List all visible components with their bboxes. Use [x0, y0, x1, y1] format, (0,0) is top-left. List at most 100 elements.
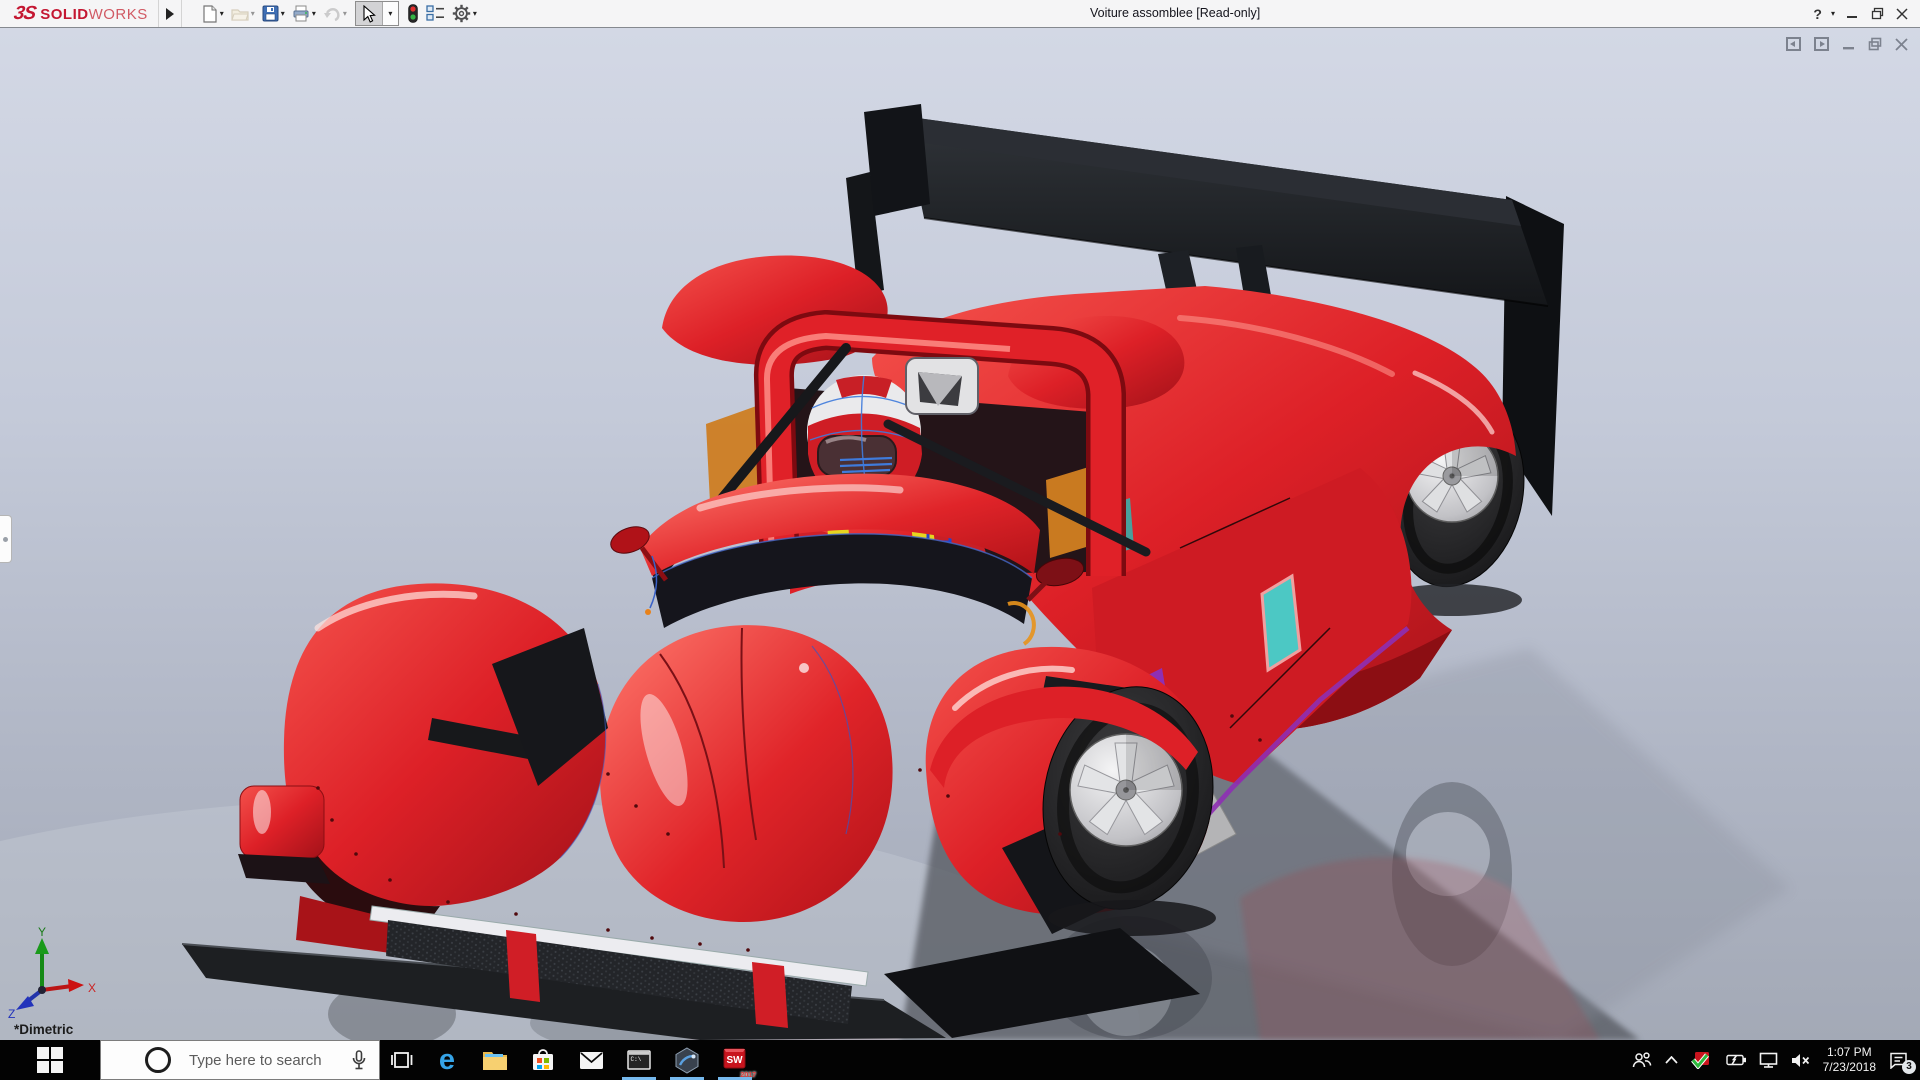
settings-button[interactable]: ▾	[449, 2, 480, 25]
sw-cube-label: SW	[726, 1055, 743, 1066]
store-icon	[531, 1048, 555, 1072]
pane-right-icon[interactable]	[1814, 37, 1829, 51]
mail-icon	[579, 1051, 604, 1070]
dropdown-caret-icon[interactable]: ▾	[343, 10, 347, 18]
dropdown-caret-icon[interactable]: ▾	[220, 10, 224, 18]
close-button[interactable]	[1894, 6, 1910, 22]
rearview-mirror	[906, 358, 978, 414]
taskbar-app-icons: e C:	[432, 1040, 750, 1080]
notification-badge: 3	[1902, 1060, 1916, 1074]
cowl-windscreen[interactable]	[640, 474, 1040, 628]
speaker-mute-icon	[1791, 1053, 1810, 1068]
cmd-label: C:\	[631, 1056, 642, 1063]
hood-nose[interactable]	[600, 625, 893, 922]
clock-time: 1:07 PM	[1823, 1045, 1876, 1060]
taskbar-icon-solidworks-2017[interactable]: SW 2017	[720, 1040, 750, 1080]
start-button[interactable]	[0, 1040, 100, 1080]
collapsed-panel-tab[interactable]	[0, 515, 12, 563]
taskbar-icon-store[interactable]	[528, 1040, 558, 1080]
document-title: Voiture assomblee [Read-only]	[1090, 6, 1260, 20]
select-tool-dropdown[interactable]: ▾	[383, 2, 398, 25]
sw-check-icon	[1691, 1051, 1711, 1069]
new-document-button[interactable]: ▾	[198, 3, 227, 25]
orientation-triad: Y X Z	[6, 926, 106, 1018]
help-dropdown-caret-icon[interactable]: ▾	[1831, 10, 1835, 18]
taskbar-icon-file-explorer[interactable]	[480, 1040, 510, 1080]
dropdown-caret-icon[interactable]: ▾	[281, 10, 285, 18]
battery-tray[interactable]	[1724, 1053, 1746, 1067]
select-tool-button[interactable]: ▾	[355, 1, 399, 26]
edge-icon: e	[439, 1046, 455, 1075]
restore-button[interactable]	[1869, 6, 1885, 22]
open-document-button[interactable]: ▾	[228, 4, 258, 24]
save-floppy-icon	[262, 5, 279, 22]
minimize-button[interactable]	[1844, 6, 1860, 22]
view-orientation-label: *Dimetric	[14, 1022, 73, 1037]
x-axis-label: X	[88, 981, 96, 995]
task-view-button[interactable]	[380, 1040, 424, 1080]
traffic-light-icon	[407, 4, 419, 23]
help-button[interactable]: ?	[1813, 6, 1822, 22]
options-list-button[interactable]	[423, 3, 448, 24]
document-window-controls	[1786, 37, 1908, 51]
action-center-button[interactable]: 3	[1889, 1052, 1908, 1069]
taskbar-icon-cad-viewer[interactable]	[672, 1040, 702, 1080]
dassault-3ds-logo-icon: 3S	[12, 3, 37, 25]
tray-overflow-button[interactable]	[1665, 1056, 1678, 1064]
task-view-icon	[391, 1051, 413, 1069]
z-axis-label: Z	[8, 1007, 15, 1018]
solidworks-monitor-tray[interactable]	[1691, 1051, 1711, 1069]
print-button[interactable]: ▾	[289, 3, 319, 24]
3d-model-scene[interactable]	[0, 28, 1920, 1040]
y-axis-label: Y	[38, 926, 46, 939]
taskbar-icon-mail[interactable]	[576, 1040, 606, 1080]
taskbar-clock[interactable]: 1:07 PM 7/23/2018	[1823, 1045, 1876, 1075]
pane-left-icon[interactable]	[1786, 37, 1801, 51]
save-button[interactable]: ▾	[259, 3, 288, 24]
clock-date: 7/23/2018	[1823, 1060, 1876, 1075]
command-prompt-icon: C:\	[627, 1050, 651, 1070]
people-icon	[1632, 1052, 1652, 1068]
cortana-icon[interactable]	[145, 1047, 171, 1073]
dropdown-caret-icon[interactable]: ▾	[312, 10, 316, 18]
solidworks-logo: 3S SOLID WORKS	[14, 3, 148, 25]
network-icon	[1759, 1052, 1778, 1068]
search-input[interactable]	[187, 1051, 341, 1070]
doc-close-icon[interactable]	[1895, 38, 1908, 51]
network-tray[interactable]	[1759, 1052, 1778, 1068]
solidworks-2017-icon: SW	[722, 1047, 748, 1073]
new-document-icon	[201, 5, 218, 23]
people-button[interactable]	[1632, 1052, 1652, 1068]
dropdown-caret-icon[interactable]: ▾	[251, 10, 255, 18]
logo-text-solid: SOLID	[40, 6, 88, 23]
windows-logo-icon	[37, 1047, 63, 1073]
battery-icon	[1724, 1053, 1746, 1067]
taskbar-icon-command-prompt[interactable]: C:\	[624, 1040, 654, 1080]
panel-tab-grip-icon	[3, 537, 8, 542]
graphics-viewport[interactable]: Y X Z *Dimetric	[0, 28, 1920, 1040]
volume-tray[interactable]	[1791, 1053, 1810, 1068]
menu-flyout-arrow-icon[interactable]	[158, 0, 182, 27]
system-tray: 1:07 PM 7/23/2018 3	[1632, 1045, 1908, 1075]
taskbar-search[interactable]	[100, 1040, 380, 1080]
undo-arrow-icon	[323, 6, 341, 22]
dropdown-caret-icon[interactable]: ▾	[473, 10, 477, 18]
task-list-icon	[426, 5, 445, 22]
window-controls: ? ▾	[1813, 0, 1910, 27]
windows-taskbar: e C:	[0, 1040, 1920, 1080]
chevron-up-icon	[1665, 1056, 1678, 1064]
rebuild-button[interactable]	[404, 2, 422, 25]
undo-button[interactable]: ▾	[320, 4, 350, 24]
logo-text-works: WORKS	[89, 6, 148, 23]
gear-icon	[452, 4, 471, 23]
open-folder-icon	[231, 6, 249, 22]
doc-restore-icon[interactable]	[1868, 37, 1882, 51]
titlebar: 3S SOLID WORKS ▾ ▾ ▾	[0, 0, 1920, 28]
cad-viewer-hexagon-icon	[674, 1047, 700, 1074]
select-cursor-icon[interactable]	[356, 2, 383, 25]
doc-minimize-icon[interactable]	[1842, 38, 1855, 51]
main-toolbar: ▾ ▾ ▾ ▾	[198, 1, 480, 26]
taskbar-icon-edge[interactable]: e	[432, 1040, 462, 1080]
front-corner-pod	[240, 786, 324, 858]
microphone-icon[interactable]	[352, 1050, 366, 1070]
